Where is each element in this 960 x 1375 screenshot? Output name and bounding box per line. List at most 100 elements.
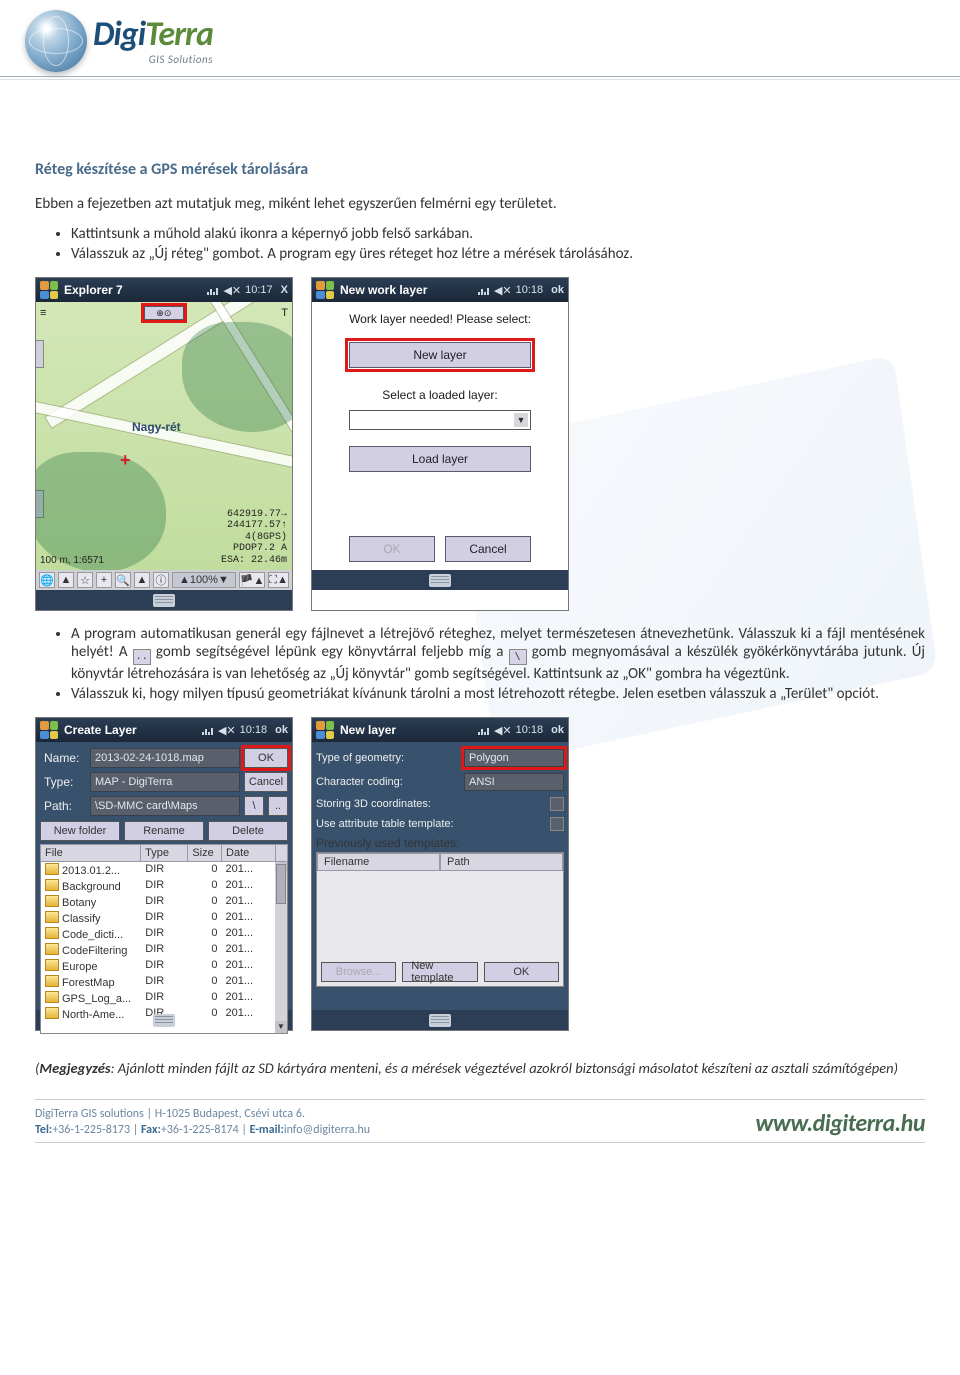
type-field[interactable]: MAP - DigiTerra (90, 772, 240, 792)
keyboard-icon[interactable] (429, 574, 451, 587)
col-scroll (276, 844, 288, 862)
file-type: DIR (141, 878, 188, 894)
signal-icon (478, 725, 490, 735)
file-type: DIR (141, 926, 188, 942)
tool-plus[interactable]: + (96, 572, 112, 588)
ok-softkey[interactable]: ok (551, 724, 564, 736)
load-layer-button[interactable]: Load layer (349, 446, 531, 472)
tool-globe[interactable]: 🌐 (39, 572, 55, 588)
tool-up[interactable]: ▲ (58, 572, 74, 588)
volume-icon: ◀✕ (494, 724, 512, 737)
file-list[interactable]: 2013.01.2...DIR0201...BackgroundDIR0201.… (40, 862, 288, 1034)
file-name: Botany (41, 894, 141, 910)
encoding-label: Character coding: (316, 776, 458, 788)
template-buttons: Browse... New template OK (321, 962, 559, 982)
useattr-checkbox[interactable] (550, 817, 564, 831)
file-row[interactable]: ForestMapDIR0201... (41, 974, 287, 990)
new-folder-button[interactable]: New folder (40, 821, 120, 841)
file-row[interactable]: CodeFilteringDIR0201... (41, 942, 287, 958)
file-name: Code_dicti... (41, 926, 141, 942)
dialog-button-row: OK Cancel (349, 536, 531, 562)
keyboard-icon[interactable] (153, 594, 175, 607)
col-filename[interactable]: Filename (317, 853, 440, 871)
delete-button[interactable]: Delete (208, 821, 288, 841)
col-size[interactable]: Size (188, 844, 222, 862)
text-tool-icon[interactable]: T (281, 307, 288, 319)
nav-root-button[interactable]: \ (244, 796, 264, 816)
template-list[interactable]: Filename Path Browse... New template OK (316, 852, 564, 987)
template-header: Filename Path (317, 853, 563, 871)
screenshot-new-layer: New layer ◀✕ 10:18 ok Type of geometry: … (311, 717, 569, 1031)
browse-button[interactable]: Browse... (321, 962, 396, 982)
titlebar: New layer ◀✕ 10:18 ok (312, 718, 568, 742)
file-row[interactable]: BotanyDIR0201... (41, 894, 287, 910)
ok-button[interactable]: OK (349, 536, 435, 562)
keyboard-icon[interactable] (153, 1014, 175, 1027)
file-size: 0 (188, 974, 221, 990)
ok-softkey[interactable]: ok (551, 284, 564, 296)
clock: 10:17 (245, 284, 273, 296)
tool-info[interactable]: ⓘ (153, 572, 169, 588)
map-hud: ≡ ⊕⊙ T (36, 302, 292, 324)
footer-address: DigiTerra GIS solutions | H-1025 Budapes… (35, 1106, 370, 1122)
zoom-level[interactable]: ▲100%▼ (172, 572, 236, 588)
file-type: DIR (141, 958, 188, 974)
cancel-button[interactable]: Cancel (244, 772, 288, 792)
col-type[interactable]: Type (141, 844, 188, 862)
nav-up-button[interactable]: .. (268, 796, 288, 816)
footer-phones: Tel:+36-1-225-8173 | Fax:+36-1-225-8174 … (35, 1122, 370, 1138)
map-view[interactable]: ≡ ⊕⊙ T Nagy-rét + 642919.77→ 244177.57↑ … (36, 302, 292, 570)
tool-zoom[interactable]: 🔍 (115, 572, 131, 588)
path-field[interactable]: \SD-MMC card\Maps (90, 796, 240, 816)
scroll-thumb[interactable] (276, 864, 286, 904)
scroll-down-icon[interactable]: ▼ (275, 1021, 287, 1033)
file-date: 201... (222, 942, 275, 958)
tool-flag[interactable]: 🏴▲ (239, 572, 266, 588)
file-row[interactable]: 2013.01.2...DIR0201... (41, 862, 287, 878)
file-row[interactable]: GPS_Log_a...DIR0201... (41, 990, 287, 1006)
side-handle[interactable] (36, 340, 44, 368)
new-template-button[interactable]: New template (402, 962, 477, 982)
window-title: New work layer (340, 283, 472, 297)
ok-button[interactable]: OK (244, 748, 288, 768)
crosshair-icon: + (120, 450, 131, 471)
store3d-checkbox[interactable] (550, 797, 564, 811)
signal-icon (207, 285, 219, 295)
tool-star[interactable]: ☆ (77, 572, 93, 588)
footer-url[interactable]: www.digiterra.hu (755, 1109, 925, 1138)
file-row[interactable]: ClassifyDIR0201... (41, 910, 287, 926)
windows-icon (316, 281, 334, 299)
tool-up2[interactable]: ▲ (134, 572, 150, 588)
keyboard-icon[interactable] (429, 1014, 451, 1027)
encoding-select[interactable]: ANSI (464, 773, 564, 791)
file-row[interactable]: EuropeDIR0201... (41, 958, 287, 974)
ok-button[interactable]: OK (484, 962, 559, 982)
ok-softkey[interactable]: ok (275, 724, 288, 736)
col-path[interactable]: Path (440, 853, 563, 871)
path-label: Path: (40, 796, 86, 816)
scrollbar[interactable]: ▲ ▼ (275, 862, 287, 1033)
rename-button[interactable]: Rename (124, 821, 204, 841)
close-button[interactable]: X (281, 284, 288, 296)
map-place-label: Nagy-rét (132, 420, 181, 434)
col-date[interactable]: Date (222, 844, 276, 862)
cancel-button[interactable]: Cancel (445, 536, 531, 562)
titlebar: New work layer ◀✕ 10:18 ok (312, 278, 568, 302)
file-row[interactable]: BackgroundDIR0201... (41, 878, 287, 894)
name-field[interactable]: 2013-02-24-1018.map (90, 748, 240, 768)
tool-extent[interactable]: ⛶▲ (268, 572, 289, 588)
file-type: DIR (141, 990, 188, 1006)
prev-templates-label: Previously used templates: (316, 836, 564, 850)
loaded-layer-select[interactable]: ▼ (349, 410, 531, 430)
chevron-down-icon: ▼ (514, 413, 528, 427)
menu-icon[interactable]: ≡ (40, 307, 46, 319)
geometry-select[interactable]: Polygon (464, 749, 564, 767)
file-row[interactable]: Code_dicti...DIR0201... (41, 926, 287, 942)
scale-bar: 100 m, 1:6571 (40, 555, 104, 566)
satellite-button[interactable]: ⊕⊙ (144, 306, 184, 320)
new-layer-button[interactable]: New layer (349, 342, 531, 368)
screenshot-explorer7: Explorer 7 ◀✕ 10:17 X ≡ ⊕⊙ T (35, 277, 293, 611)
nav-up-icon: .. (133, 649, 151, 665)
col-file[interactable]: File (40, 844, 141, 862)
form-body: Name: 2013-02-24-1018.map OK Type: MAP -… (36, 742, 292, 1010)
